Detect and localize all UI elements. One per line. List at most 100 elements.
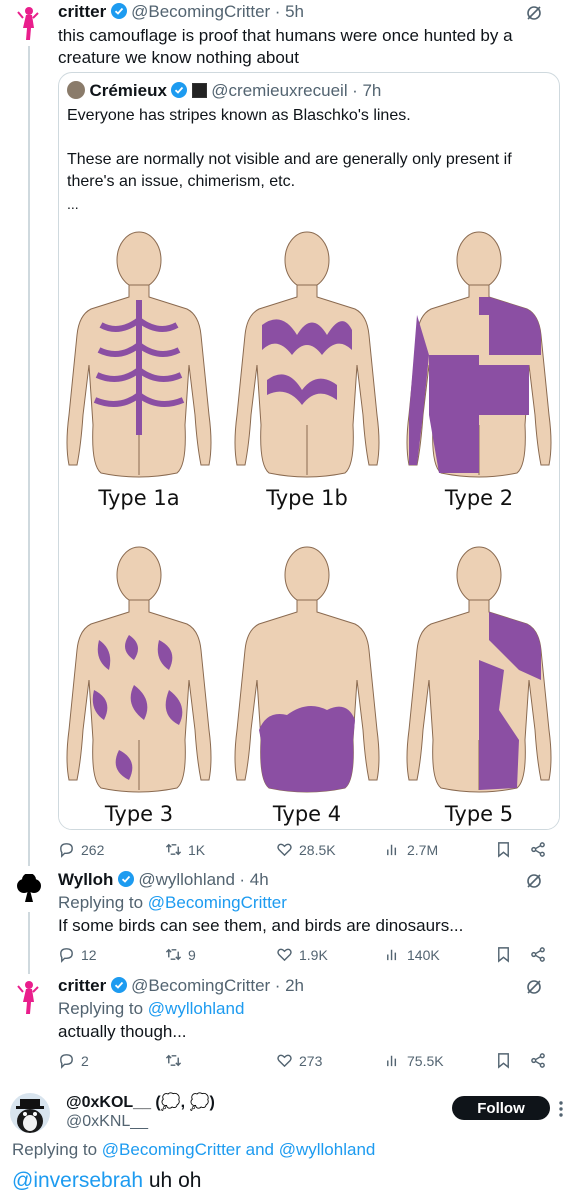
author-name[interactable]: critter bbox=[58, 976, 106, 995]
timestamp[interactable]: · 2h bbox=[275, 976, 304, 995]
bookmark-icon bbox=[498, 947, 509, 963]
replying-to-link[interactable]: @wyllohland bbox=[148, 999, 245, 1018]
author-handle[interactable]: @0xKNL__ bbox=[66, 1113, 148, 1131]
like-button[interactable]: 1.9K bbox=[276, 946, 328, 963]
share-button[interactable] bbox=[530, 946, 547, 963]
author-handle[interactable]: @wyllohland bbox=[138, 870, 235, 889]
replying-prefix: Replying to bbox=[58, 893, 148, 912]
replying-to-link[interactable]: @BecomingCritter bbox=[148, 893, 287, 912]
tweet-text: @inversebrah uh oh bbox=[12, 1169, 201, 1193]
quote-text-line1: Everyone has stripes known as Blaschko's… bbox=[67, 107, 411, 124]
avatar-0xkol[interactable] bbox=[10, 1093, 50, 1133]
author-name[interactable]: critter bbox=[58, 2, 106, 21]
reply-button[interactable]: 2 bbox=[58, 1052, 89, 1069]
reply-icon bbox=[60, 948, 73, 963]
reply-button[interactable]: 12 bbox=[58, 946, 97, 963]
mention-link[interactable]: @inversebrah bbox=[12, 1169, 143, 1192]
heart-icon bbox=[277, 843, 292, 857]
label-type-5: Type 5 bbox=[444, 802, 513, 826]
verified-badge-icon bbox=[110, 977, 127, 993]
figure-type-4 bbox=[234, 546, 380, 793]
reply-count: 262 bbox=[81, 841, 105, 858]
avatar-critter[interactable] bbox=[14, 980, 42, 1016]
label-type-3: Type 3 bbox=[104, 802, 173, 826]
retweet-icon bbox=[165, 843, 182, 856]
views-count: 140K bbox=[407, 946, 440, 963]
figure-drawing: Type 1a Type 1b Type 2 Type 3 Type 4 Typ… bbox=[66, 231, 552, 826]
views-button[interactable]: 2.7M bbox=[384, 841, 438, 858]
thread-line bbox=[28, 46, 30, 866]
reply-icon bbox=[60, 1054, 73, 1069]
bookmark-icon bbox=[498, 1053, 509, 1069]
reply-icon bbox=[60, 843, 73, 858]
retweet-icon bbox=[165, 948, 182, 961]
label-type-1a: Type 1a bbox=[97, 486, 179, 510]
thread-line bbox=[28, 912, 30, 974]
affiliation-badge-icon bbox=[191, 83, 207, 98]
share-button[interactable] bbox=[530, 1052, 547, 1069]
quote-ellipsis: ... bbox=[67, 196, 79, 212]
bookmark-button[interactable] bbox=[495, 946, 512, 963]
quote-author-handle: @cremieuxrecueil bbox=[211, 81, 348, 100]
author-name[interactable]: Wylloh bbox=[58, 870, 113, 889]
tweet-text: If some birds can see them, and birds ar… bbox=[58, 916, 464, 935]
timestamp[interactable]: · 4h bbox=[239, 870, 268, 889]
replying-prefix: Replying to bbox=[58, 999, 148, 1018]
views-count: 2.7M bbox=[407, 841, 439, 858]
like-button[interactable]: 28.5K bbox=[276, 841, 336, 858]
figure-type-1b bbox=[234, 231, 380, 478]
blaschko-lines-figure[interactable]: Type 1a Type 1b Type 2 Type 3 Type 4 Typ… bbox=[59, 215, 559, 829]
figure-type-2 bbox=[406, 231, 552, 478]
replying-to-line: Replying to @BecomingCritter and @wylloh… bbox=[12, 1140, 375, 1160]
label-type-4: Type 4 bbox=[272, 802, 341, 826]
views-button[interactable]: 75.5K bbox=[384, 1052, 444, 1069]
grok-icon[interactable] bbox=[525, 978, 543, 1001]
follow-button[interactable]: Follow bbox=[452, 1096, 550, 1120]
replying-to-line: Replying to @wyllohland bbox=[58, 998, 244, 1020]
replying-to-link[interactable]: @BecomingCritter and @wyllohland bbox=[102, 1140, 376, 1159]
more-options-icon[interactable] bbox=[558, 1100, 564, 1118]
retweet-button[interactable]: 1K bbox=[165, 841, 205, 858]
avatar-critter[interactable] bbox=[14, 6, 42, 42]
reply-button[interactable]: 262 bbox=[58, 841, 104, 858]
figure-type-5 bbox=[406, 546, 552, 793]
author-handle[interactable]: @BecomingCritter bbox=[131, 2, 270, 21]
tweet-text: this camouflage is proof that humans wer… bbox=[58, 26, 513, 67]
retweet-button[interactable]: 9 bbox=[165, 946, 196, 963]
author-name[interactable]: @0xKOL__ (💭, 💭) bbox=[66, 1094, 215, 1111]
timestamp[interactable]: · 5h bbox=[275, 2, 304, 21]
verified-badge-icon bbox=[171, 82, 188, 98]
retweet-button[interactable] bbox=[165, 1052, 188, 1069]
views-button[interactable]: 140K bbox=[384, 946, 440, 963]
quote-avatar bbox=[67, 81, 85, 99]
heart-icon bbox=[277, 1054, 292, 1068]
share-icon bbox=[531, 1053, 545, 1068]
figure-type-1a bbox=[66, 231, 212, 478]
bookmark-button[interactable] bbox=[495, 1052, 512, 1069]
grok-icon[interactable] bbox=[525, 4, 543, 27]
replying-to-line: Replying to @BecomingCritter bbox=[58, 892, 287, 914]
label-type-1b: Type 1b bbox=[265, 486, 348, 510]
verified-badge-icon bbox=[117, 871, 134, 887]
share-icon bbox=[531, 842, 545, 857]
views-icon bbox=[387, 949, 397, 961]
author-handle[interactable]: @BecomingCritter bbox=[131, 976, 270, 995]
bookmark-button[interactable] bbox=[495, 841, 512, 858]
heart-icon bbox=[277, 948, 292, 962]
grok-icon[interactable] bbox=[525, 872, 543, 895]
bookmark-icon bbox=[498, 842, 509, 858]
replying-prefix: Replying to bbox=[12, 1140, 102, 1159]
tweet-body: uh oh bbox=[143, 1169, 202, 1192]
share-button[interactable] bbox=[530, 841, 547, 858]
like-count: 1.9K bbox=[299, 946, 328, 963]
reply-count: 2 bbox=[81, 1052, 89, 1069]
avatar-wylloh[interactable] bbox=[14, 873, 44, 906]
label-type-2: Type 2 bbox=[444, 486, 513, 510]
quoted-tweet[interactable]: Crémieux @cremieuxrecueil · 7h Everyone … bbox=[58, 72, 560, 830]
quote-timestamp: · 7h bbox=[352, 81, 382, 100]
quote-author-name: Crémieux bbox=[89, 81, 167, 100]
retweet-icon bbox=[165, 1054, 182, 1067]
verified-badge-icon bbox=[110, 3, 127, 19]
like-count: 273 bbox=[299, 1052, 323, 1069]
like-button[interactable]: 273 bbox=[276, 1052, 322, 1069]
